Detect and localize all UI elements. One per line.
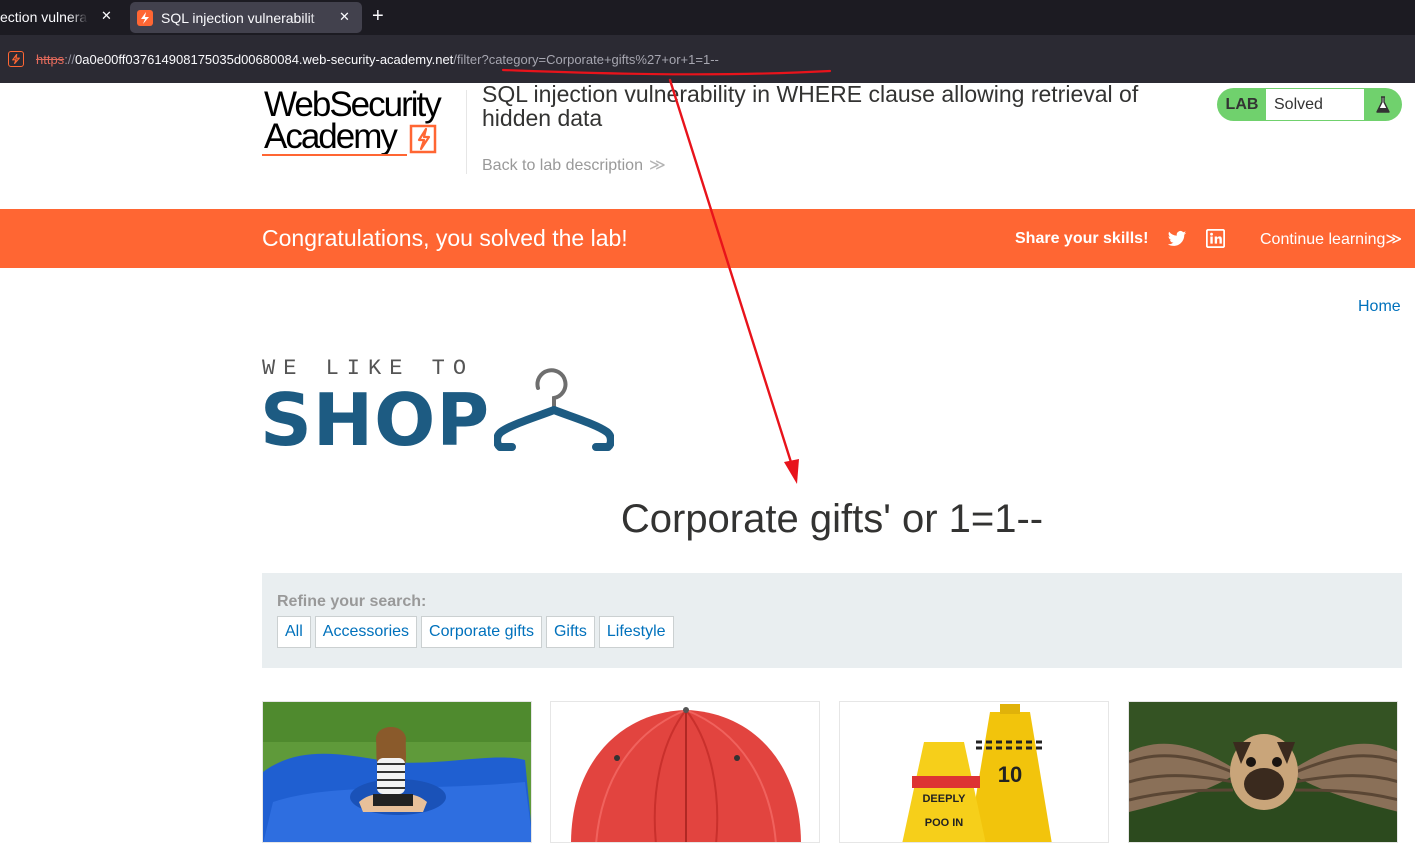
lab-title: SQL injection vulnerability in WHERE cla… (482, 81, 1139, 131)
lightning-bolt-icon (409, 124, 437, 154)
header-divider (466, 90, 467, 174)
browser-tab-active[interactable]: SQL injection vulnerabilit ✕ (130, 2, 362, 33)
site-favicon-icon (8, 51, 24, 67)
browser-tab-bar: ection vulnera ✕ SQL injection vulnerabi… (0, 0, 1415, 35)
filter-lifestyle[interactable]: Lifestyle (598, 616, 674, 648)
continue-learning-link[interactable]: Continue learning≫ (1260, 229, 1402, 249)
filter-all[interactable]: All (277, 616, 311, 648)
tab-title: SQL injection vulnerabilit (161, 9, 315, 26)
svg-text:POO IN: POO IN (925, 817, 964, 829)
web-security-academy-favicon-icon (137, 9, 153, 26)
filter-accessories[interactable]: Accessories (314, 616, 418, 648)
product-card-image[interactable]: 10 DEEPLY POO IN (839, 701, 1109, 843)
we-like-to-shop-logo: WE LIKE TO SHOP (260, 356, 622, 462)
double-chevron-right-icon: ≫ (1385, 231, 1403, 248)
url-scheme: https (36, 51, 65, 67)
umbrella-photo (551, 702, 819, 842)
web-security-academy-logo[interactable]: WebSecurity Academy (262, 87, 462, 160)
lab-status-value: Solved (1266, 89, 1364, 120)
url-host: 0a0e00ff037614908175035d00680084.web-sec… (75, 51, 454, 67)
new-tab-button[interactable]: + (372, 5, 384, 27)
shop-logo-word: SHOP (260, 378, 491, 462)
filter-corporate-gifts[interactable]: Corporate gifts (421, 616, 542, 648)
flying-pug-photo (1129, 702, 1397, 842)
svg-text:DEEPLY: DEEPLY (922, 793, 966, 805)
lab-status-badge: LAB Solved (1217, 88, 1402, 121)
linkedin-icon[interactable] (1206, 229, 1225, 248)
url-separator: :// (64, 51, 76, 67)
page-heading: Corporate gifts' or 1=1-- (620, 497, 1044, 541)
address-bar[interactable]: https://0a0e00ff037614908175035d00680084… (0, 43, 1415, 75)
product-grid: 10 DEEPLY POO IN (262, 701, 1402, 843)
product-card-image[interactable] (1128, 701, 1398, 843)
logo-text-line2: Academy (264, 117, 398, 156)
congratulations-message: Congratulations, you solved the lab! (262, 225, 628, 251)
filter-gifts[interactable]: Gifts (545, 616, 595, 648)
product-card-image[interactable] (550, 701, 820, 843)
browser-tab-inactive[interactable]: ection vulnera ✕ (0, 0, 122, 33)
back-to-lab-description-link[interactable]: Back to lab description ≫ (482, 155, 666, 175)
logo-underline (262, 154, 407, 156)
category-filter-list: All Accessories Corporate gifts Gifts Li… (277, 616, 674, 648)
close-icon[interactable]: ✕ (101, 8, 112, 24)
lab-status-label: LAB (1225, 95, 1259, 113)
browser-toolbar: https://0a0e00ff037614908175035d00680084… (0, 35, 1415, 83)
flask-icon (1364, 88, 1402, 121)
twitter-icon[interactable] (1167, 229, 1187, 249)
tab-title: ection vulnera (0, 8, 88, 25)
continue-learning-label: Continue learning (1260, 231, 1386, 248)
filter-panel: Refine your search: All Accessories Corp… (262, 573, 1402, 668)
caution-sign-photo: 10 DEEPLY POO IN (840, 702, 1108, 842)
double-chevron-right-icon: ≫ (648, 157, 666, 174)
svg-text:10: 10 (998, 762, 1022, 787)
url-path: /filter?category=Corporate+gifts%27+or+1… (453, 51, 719, 67)
product-card-image[interactable] (262, 701, 532, 843)
back-link-label: Back to lab description (482, 157, 643, 174)
bean-bag-photo (263, 702, 531, 842)
close-icon[interactable]: ✕ (339, 9, 350, 25)
filter-label: Refine your search: (277, 593, 427, 610)
coat-hanger-icon (494, 368, 614, 451)
share-skills-label: Share your skills! (1015, 230, 1149, 247)
congratulations-banner: Congratulations, you solved the lab! Sha… (0, 209, 1415, 268)
home-link[interactable]: Home (1358, 298, 1401, 316)
